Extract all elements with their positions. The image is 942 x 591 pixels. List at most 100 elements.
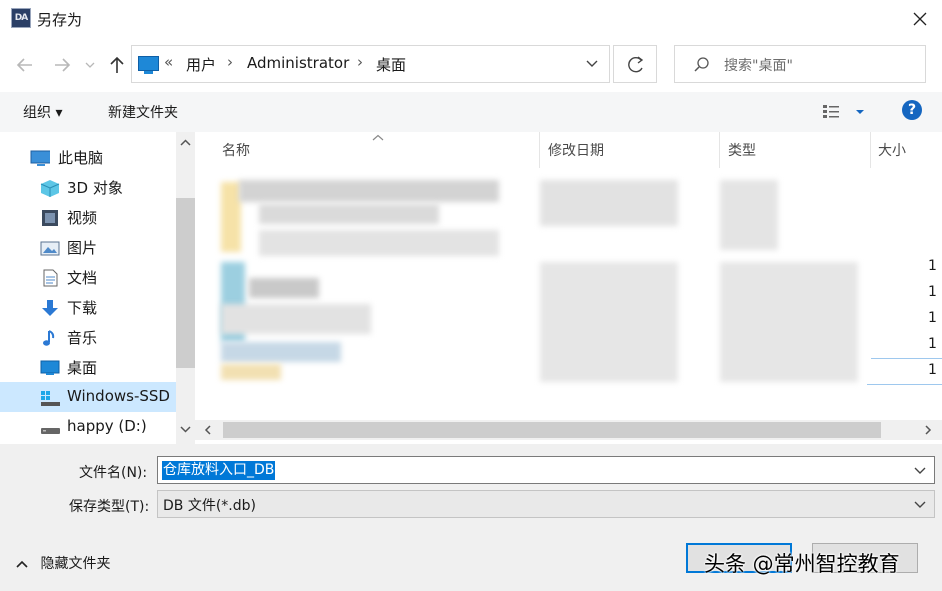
size-cell: 1: [928, 362, 937, 378]
column-divider[interactable]: [719, 132, 720, 168]
column-divider[interactable]: [539, 132, 540, 168]
sidebar-item-label: 下载: [67, 299, 98, 317]
computer-icon: [30, 150, 50, 166]
sidebar-item-3d-objects[interactable]: 3D 对象: [0, 172, 176, 202]
search-icon: [694, 57, 709, 72]
refresh-button[interactable]: [613, 45, 657, 83]
filetype-value: DB 文件(*.db): [163, 498, 256, 514]
drive-icon: [41, 428, 60, 434]
search-input[interactable]: 搜索"桌面": [674, 45, 926, 83]
obscured-date-cells: [540, 178, 680, 388]
file-list-hscrollbar[interactable]: [195, 420, 942, 440]
sidebar-item-windows-ssd[interactable]: Windows-SSD: [0, 382, 176, 412]
filetype-label: 保存类型(T):: [69, 499, 150, 515]
arrow-up-icon: [110, 56, 124, 73]
picture-icon: [40, 241, 60, 256]
chevron-down-icon[interactable]: [914, 466, 926, 476]
forward-button[interactable]: [51, 54, 73, 76]
chevron-right-icon[interactable]: [923, 424, 933, 436]
sidebar-item-documents[interactable]: 文档: [0, 262, 176, 292]
up-button[interactable]: [106, 54, 128, 76]
address-bar[interactable]: « 用户 › Administrator › 桌面: [131, 45, 610, 83]
size-cell: 1: [928, 284, 937, 300]
column-header-size[interactable]: 大小: [878, 140, 906, 160]
chevron-left-icon[interactable]: [203, 424, 213, 436]
sidebar-item-label: 图片: [67, 239, 98, 257]
arrow-right-icon: [55, 58, 71, 72]
column-header-modified[interactable]: 修改日期: [548, 140, 604, 160]
nav-scroll-thumb[interactable]: [176, 198, 195, 368]
breadcrumb-users[interactable]: 用户: [186, 54, 216, 75]
toolbar: 组织 ▾ 新建文件夹 ?: [0, 92, 942, 132]
sidebar-item-label: 音乐: [67, 329, 98, 347]
sidebar-item-label: happy (D:): [67, 417, 147, 435]
sidebar-item-label: Windows-SSD: [67, 387, 170, 405]
back-button[interactable]: [14, 54, 36, 76]
size-cell: 1: [928, 258, 937, 274]
hide-folders-toggle[interactable]: 隐藏文件夹: [16, 553, 110, 573]
close-icon: [913, 12, 927, 26]
size-cell: 1: [928, 336, 937, 352]
document-icon: [43, 269, 58, 287]
search-placeholder: 搜索"桌面": [724, 58, 793, 74]
sidebar-item-this-pc[interactable]: 此电脑: [0, 142, 176, 172]
obscured-file-rows: [219, 178, 509, 388]
obscured-type-cells: [720, 178, 860, 388]
nav-scrollbar[interactable]: [176, 132, 195, 444]
download-icon: [42, 300, 58, 316]
arrow-left-icon: [16, 58, 32, 72]
filename-label: 文件名(N):: [79, 465, 148, 481]
size-cell: 1: [928, 310, 937, 326]
sidebar-item-label: 桌面: [67, 359, 98, 377]
sidebar-item-label: 文档: [67, 269, 98, 287]
sidebar-item-desktop[interactable]: 桌面: [0, 352, 176, 382]
column-header-type[interactable]: 类型: [728, 140, 756, 160]
sidebar-item-happy-d[interactable]: happy (D:): [0, 412, 176, 442]
watermark-overlay: 头条 @常州智控教育: [704, 552, 900, 576]
row-divider: [867, 384, 942, 385]
recent-locations-button[interactable]: [84, 54, 96, 76]
new-folder-button[interactable]: 新建文件夹: [108, 102, 178, 122]
chevron-down-icon[interactable]: [179, 424, 192, 434]
chevron-up-icon: [16, 560, 28, 568]
filename-input[interactable]: 仓库放料入口_DB: [157, 456, 935, 484]
breadcrumb-separator[interactable]: ›: [227, 53, 233, 71]
chevron-down-icon[interactable]: [584, 56, 600, 72]
breadcrumb-separator[interactable]: ›: [357, 53, 363, 71]
sidebar-item-videos[interactable]: 视频: [0, 202, 176, 232]
desktop-icon: [138, 56, 159, 74]
sidebar-item-label: 3D 对象: [67, 179, 123, 197]
drive-icon: [41, 391, 60, 406]
refresh-icon: [628, 56, 644, 73]
title-bar: DA 另存为: [0, 0, 942, 38]
organize-button[interactable]: 组织 ▾: [23, 102, 62, 122]
sidebar-item-music[interactable]: 音乐: [0, 322, 176, 352]
chevron-down-icon: [914, 501, 926, 508]
chevron-up-icon[interactable]: [179, 138, 192, 148]
breadcrumb-administrator[interactable]: Administrator: [247, 54, 349, 72]
chevron-down-icon: [85, 62, 95, 68]
row-divider: [871, 358, 942, 359]
close-button[interactable]: [902, 4, 938, 34]
change-view-button[interactable]: [822, 102, 872, 122]
hscroll-thumb[interactable]: [223, 422, 881, 438]
column-header-name[interactable]: 名称: [222, 140, 250, 160]
sidebar-item-label: 此电脑: [58, 149, 104, 167]
help-icon[interactable]: ?: [902, 100, 922, 120]
filename-value[interactable]: 仓库放料入口_DB: [162, 461, 276, 480]
sidebar-item-downloads[interactable]: 下载: [0, 292, 176, 322]
desktop-icon: [40, 360, 60, 375]
window-title: 另存为: [37, 11, 83, 29]
file-list: 名称 修改日期 类型 大小 1 1 1 1 1: [195, 132, 942, 444]
cube-icon: [40, 180, 60, 197]
sidebar-item-pictures[interactable]: 图片: [0, 232, 176, 262]
app-icon: DA: [11, 8, 31, 28]
column-divider[interactable]: [870, 132, 871, 168]
filetype-select[interactable]: DB 文件(*.db): [157, 490, 935, 518]
sidebar-item-label: 视频: [67, 209, 98, 227]
breadcrumb-desktop[interactable]: 桌面: [376, 54, 406, 75]
sort-ascending-icon: [372, 134, 384, 141]
view-list-icon: [823, 105, 864, 118]
breadcrumb-overflow[interactable]: «: [164, 53, 173, 71]
music-icon: [43, 330, 55, 346]
